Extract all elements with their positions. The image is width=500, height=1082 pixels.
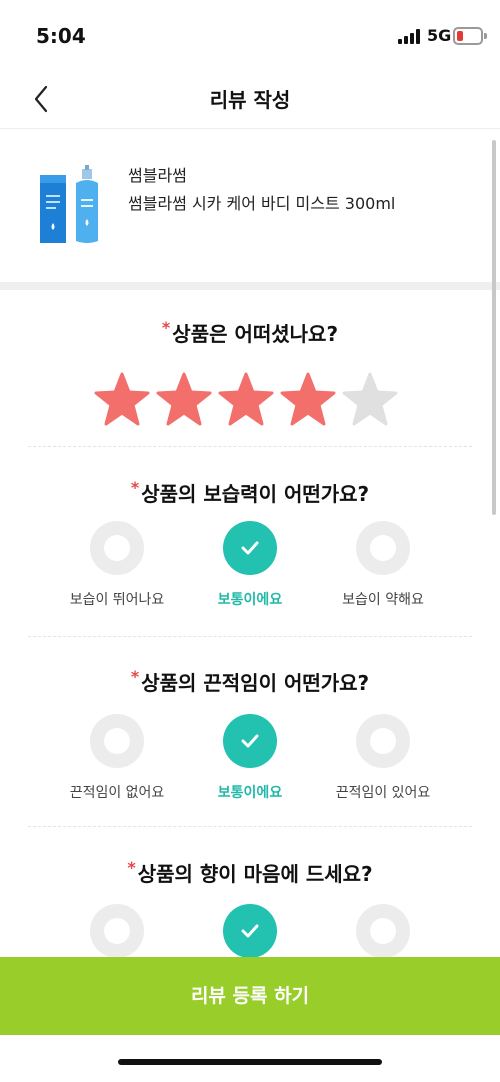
- radio-circle-icon: [90, 521, 144, 575]
- star-icon[interactable]: [280, 372, 336, 426]
- star-icon[interactable]: [218, 372, 274, 426]
- radio-circle-icon: [356, 714, 410, 768]
- submit-review-button[interactable]: 리뷰 등록 하기: [0, 957, 500, 1035]
- check-circle-icon: [223, 904, 277, 958]
- option-label: 보통이에요: [217, 785, 283, 801]
- radio-circle-icon: [356, 521, 410, 575]
- option-button[interactable]: 보습이 약해요: [313, 521, 453, 609]
- star-icon[interactable]: [342, 372, 398, 426]
- check-circle-icon: [223, 714, 277, 768]
- status-time: 5:04: [36, 24, 86, 48]
- radio-circle-icon: [356, 904, 410, 958]
- page-title: 리뷰 작성: [209, 88, 291, 112]
- star-rating[interactable]: [0, 372, 500, 428]
- option-button[interactable]: 보습이 뛰어나요: [47, 521, 187, 609]
- status-bar: 5:04 5G: [0, 0, 500, 70]
- section-divider: [0, 282, 500, 290]
- option-button[interactable]: 끈적임이 없어요: [47, 714, 187, 802]
- battery-icon: [453, 27, 487, 45]
- option-label: 보습이 뛰어나요: [69, 592, 165, 608]
- stickiness-question: * 상품의 끈적임이 어떤가요?: [130, 667, 370, 695]
- dashed-divider: [28, 446, 472, 447]
- option-button[interactable]: 끈적임이 있어요: [313, 714, 453, 802]
- radio-circle-icon: [90, 714, 144, 768]
- option-label: 끈적임이 없어요: [69, 785, 165, 801]
- option-button[interactable]: 보통이에요: [180, 521, 320, 609]
- option-button[interactable]: 보통이에요: [180, 714, 320, 802]
- product-thumbnail: [40, 165, 98, 243]
- check-circle-icon: [223, 521, 277, 575]
- dashed-divider: [28, 636, 472, 637]
- required-mark: *: [161, 318, 171, 337]
- scent-question: * 상품의 향이 마음에 드세요?: [127, 858, 373, 886]
- network-label: 5G: [427, 26, 452, 45]
- moisture-question: * 상품의 보습력이 어떤가요?: [130, 478, 370, 506]
- option-label: 보습이 약해요: [342, 592, 424, 608]
- dashed-divider: [28, 826, 472, 827]
- option-button[interactable]: [47, 904, 187, 958]
- option-button[interactable]: [313, 904, 453, 958]
- star-icon[interactable]: [156, 372, 212, 426]
- option-button[interactable]: [180, 904, 320, 958]
- option-label: 보통이에요: [217, 592, 283, 608]
- product-name: 썸블라썸 시카 케어 바디 미스트 300ml: [128, 194, 396, 213]
- option-label: 끈적임이 있어요: [335, 785, 431, 801]
- home-indicator: [118, 1059, 382, 1065]
- rating-question: * 상품은 어떠셨나요?: [161, 318, 339, 346]
- radio-circle-icon: [90, 904, 144, 958]
- star-icon[interactable]: [94, 372, 150, 426]
- nav-header: 리뷰 작성: [0, 70, 500, 129]
- product-card: 썸블라썸 썸블라썸 시카 케어 바디 미스트 300ml: [0, 130, 500, 280]
- signal-icon: [398, 28, 422, 44]
- product-brand: 썸블라썸: [128, 166, 187, 185]
- home-indicator-area: [0, 1035, 500, 1082]
